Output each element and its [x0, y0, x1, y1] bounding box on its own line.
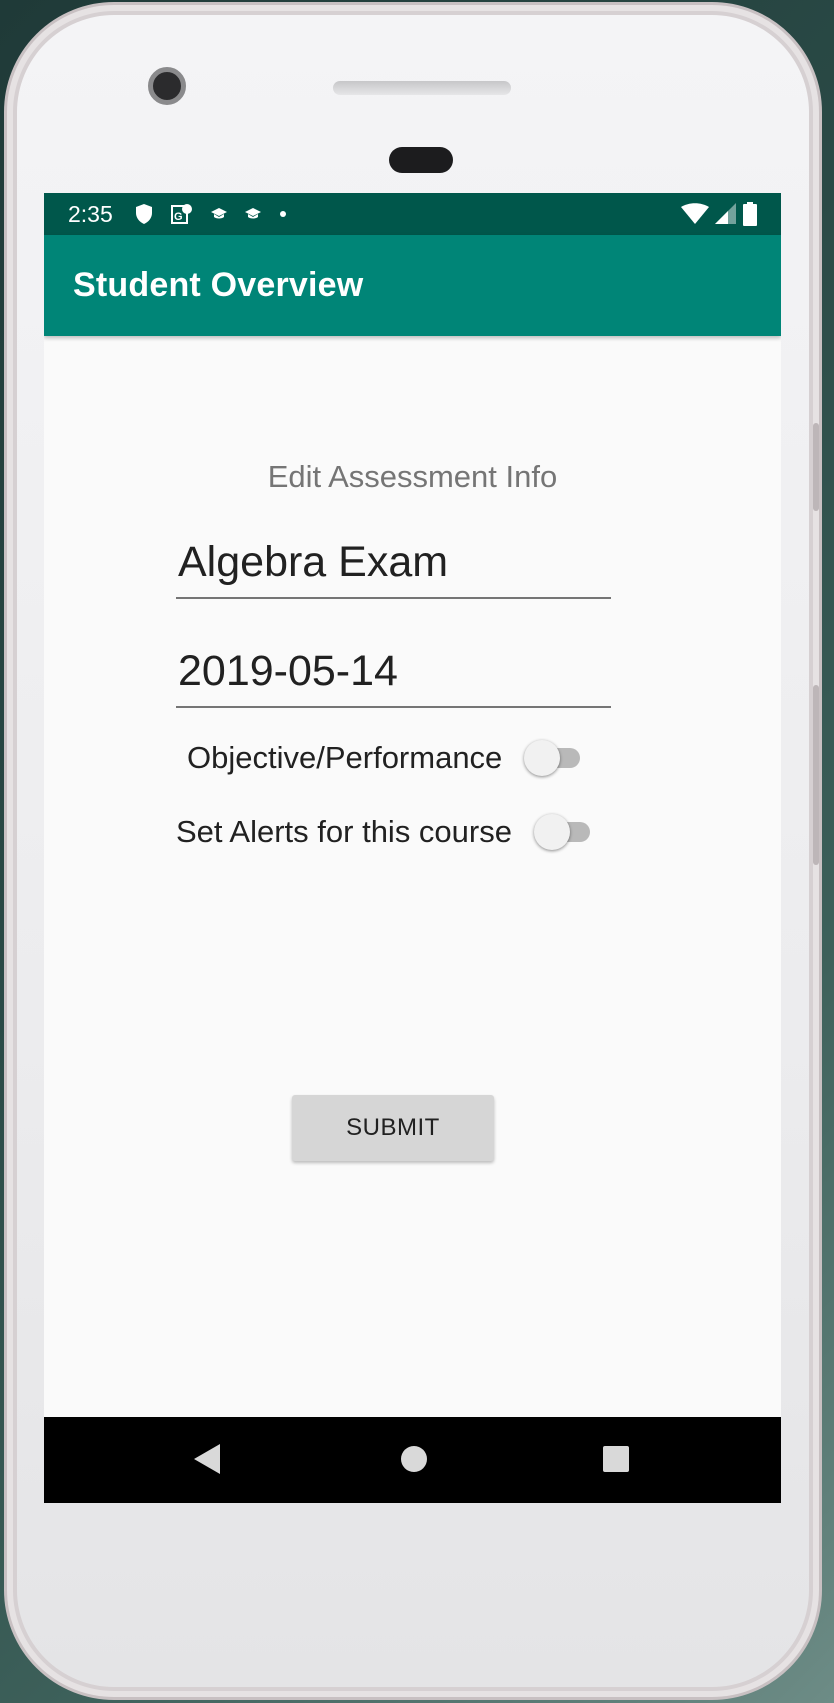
alerts-label: Set Alerts for this course: [176, 814, 512, 849]
shield-icon: [135, 203, 153, 225]
alerts-switch[interactable]: [533, 812, 592, 852]
status-time: 2:35: [68, 200, 113, 227]
home-icon[interactable]: [399, 1442, 429, 1481]
navigation-bar: [44, 1417, 781, 1503]
device-screen: 2:35 G Student Overview Edit Assessment …: [44, 193, 781, 1503]
volume-button: [813, 423, 819, 511]
proximity-sensor: [389, 147, 453, 173]
alerts-row: Set Alerts for this course: [176, 812, 592, 852]
dot-icon: [279, 210, 287, 218]
recents-icon[interactable]: [601, 1442, 631, 1481]
status-bar: 2:35 G: [44, 193, 781, 235]
switch-thumb: [524, 740, 561, 776]
back-icon[interactable]: [192, 1442, 222, 1481]
svg-text:G: G: [174, 211, 183, 223]
assessment-name-input[interactable]: Algebra Exam: [176, 527, 611, 599]
assessment-date-input[interactable]: 2019-05-14: [176, 636, 611, 708]
app-title: Student Overview: [73, 266, 364, 304]
submit-button[interactable]: SUBMIT: [292, 1095, 494, 1161]
objective-performance-label: Objective/Performance: [187, 740, 503, 775]
notification-icons: G: [135, 203, 287, 225]
map-g-icon: G: [170, 203, 193, 225]
earpiece-speaker: [333, 81, 511, 95]
edit-assessment-form: Edit Assessment Info Algebra Exam 2019-0…: [44, 336, 781, 1360]
wifi-icon: [681, 203, 709, 225]
graduation-cap-icon: [244, 208, 261, 220]
front-camera: [148, 67, 186, 105]
objective-performance-row: Objective/Performance: [187, 738, 582, 778]
power-button: [813, 685, 819, 865]
app-bar: Student Overview: [44, 235, 781, 336]
switch-thumb: [533, 814, 570, 850]
battery-icon: [743, 202, 757, 226]
graduation-cap-icon: [210, 208, 227, 220]
system-icons: [681, 202, 757, 226]
section-title: Edit Assessment Info: [267, 459, 558, 494]
cell-signal-icon: [715, 203, 737, 225]
objective-performance-switch[interactable]: [524, 738, 582, 778]
